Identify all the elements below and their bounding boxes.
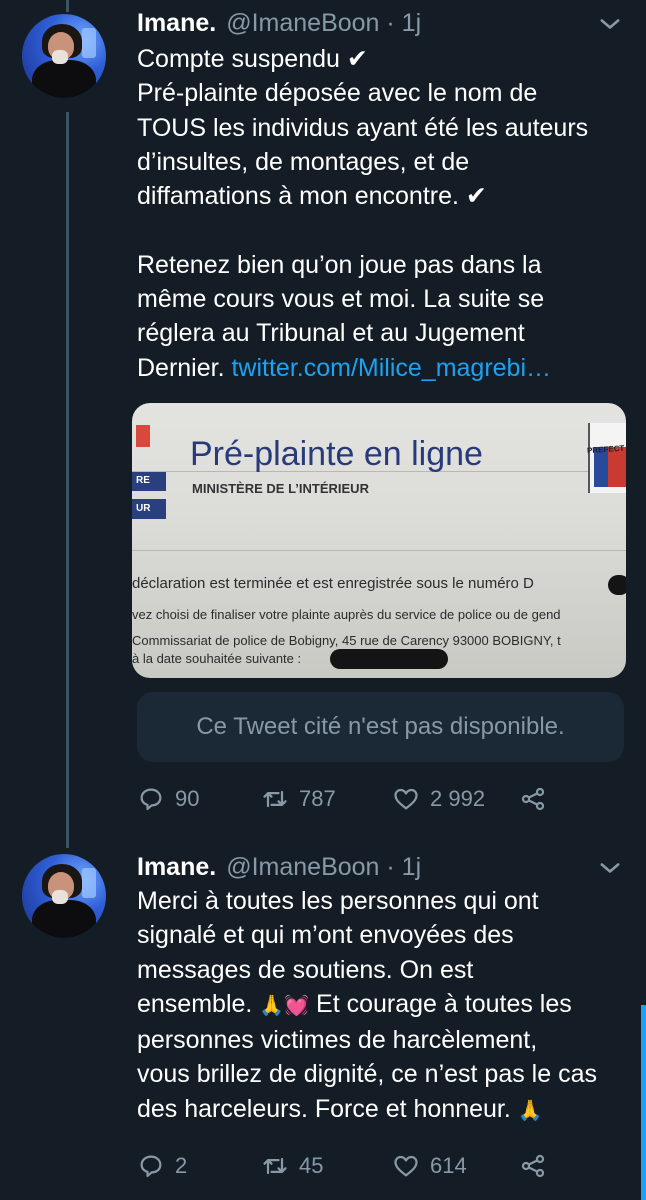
caret-down-icon[interactable] <box>596 10 624 38</box>
retweet-count: 45 <box>299 1153 324 1178</box>
share-button[interactable] <box>519 1146 547 1186</box>
quoted-tweet-message: Ce Tweet cité n'est pas disponible. <box>196 713 565 740</box>
attached-photo[interactable]: RE UR Pré-plainte en ligne MINISTÈRE DE … <box>132 403 626 678</box>
check-mark-icon: ✔ <box>465 182 487 211</box>
check-mark-icon: ✔ <box>346 45 368 73</box>
photo-text-line: vez choisi de finaliser votre plainte au… <box>132 607 561 622</box>
quoted-tweet-unavailable[interactable]: Ce Tweet cité n'est pas disponible. <box>137 692 624 762</box>
reply-icon <box>140 1155 162 1178</box>
like-count: 614 <box>430 1153 467 1178</box>
reply-button[interactable]: 2 <box>137 1146 187 1186</box>
display-name[interactable]: Imane. <box>137 853 216 882</box>
praying-hands-heart-emoji: 🙏💓 <box>259 994 310 1017</box>
tweet[interactable]: Imane. @ImaneBoon · 1j Merci à toutes le… <box>0 840 646 1200</box>
avatar[interactable] <box>22 854 106 938</box>
photo-text-line: déclaration est terminée et est enregist… <box>132 575 534 592</box>
share-button[interactable] <box>519 779 547 819</box>
like-button[interactable]: 614 <box>392 1146 467 1186</box>
share-icon <box>521 1154 545 1178</box>
tweet-actions: 2 45 614 <box>137 1146 617 1186</box>
scrollbar[interactable] <box>641 1005 646 1200</box>
photo-title: Pré-plainte en ligne <box>190 435 483 473</box>
reply-count: 90 <box>175 786 200 811</box>
avatar[interactable] <box>22 14 106 98</box>
handle-and-time[interactable]: @ImaneBoon · 1j <box>226 853 421 882</box>
tweet[interactable]: Imane. @ImaneBoon · 1j Compte suspendu ✔… <box>0 0 646 840</box>
share-icon <box>521 787 545 811</box>
tweet-link[interactable]: twitter.com/Milice_magrebi… <box>231 354 551 382</box>
retweet-button[interactable]: 45 <box>261 1146 323 1186</box>
tweet-text: Merci à toutes les personnes qui ont sig… <box>137 884 627 1128</box>
retweet-count: 787 <box>299 786 336 811</box>
flag-strip <box>136 425 150 447</box>
reply-button[interactable]: 90 <box>137 779 199 819</box>
like-icon <box>394 788 418 810</box>
photo-subtitle: MINISTÈRE DE L’INTÉRIEUR <box>192 481 369 496</box>
reply-count: 2 <box>175 1153 188 1178</box>
text-block: Pré-plainte déposée avec le nom de TOUS … <box>137 79 589 211</box>
caret-down-icon[interactable] <box>596 854 624 882</box>
retweet-icon <box>263 790 287 808</box>
tweet-actions: 90 787 2 992 <box>137 779 617 819</box>
handle-and-time[interactable]: @ImaneBoon · 1j <box>226 9 421 38</box>
text-line: Compte suspendu <box>137 45 347 73</box>
redaction-bar <box>330 649 448 669</box>
tweet-header: Imane. @ImaneBoon · 1j <box>137 6 421 40</box>
redaction-bar <box>608 575 626 595</box>
side-label: UR <box>132 499 166 519</box>
retweet-button[interactable]: 787 <box>261 779 336 819</box>
retweet-icon <box>263 1157 287 1175</box>
like-button[interactable]: 2 992 <box>392 779 485 819</box>
praying-hands-emoji: 🙏 <box>517 1099 543 1122</box>
photo-text-line: à la date souhaitée suivante : <box>132 651 302 666</box>
side-label: RE <box>132 471 166 491</box>
tweet-text: Compte suspendu ✔ Pré-plainte déposée av… <box>137 42 627 385</box>
like-count: 2 992 <box>430 786 486 811</box>
like-icon <box>394 1155 418 1177</box>
photo-text-line: Commissariat de police de Bobigny, 45 ru… <box>132 633 561 648</box>
reply-icon <box>140 788 162 811</box>
tweet-header: Imane. @ImaneBoon · 1j <box>137 850 421 884</box>
display-name[interactable]: Imane. <box>137 9 216 38</box>
